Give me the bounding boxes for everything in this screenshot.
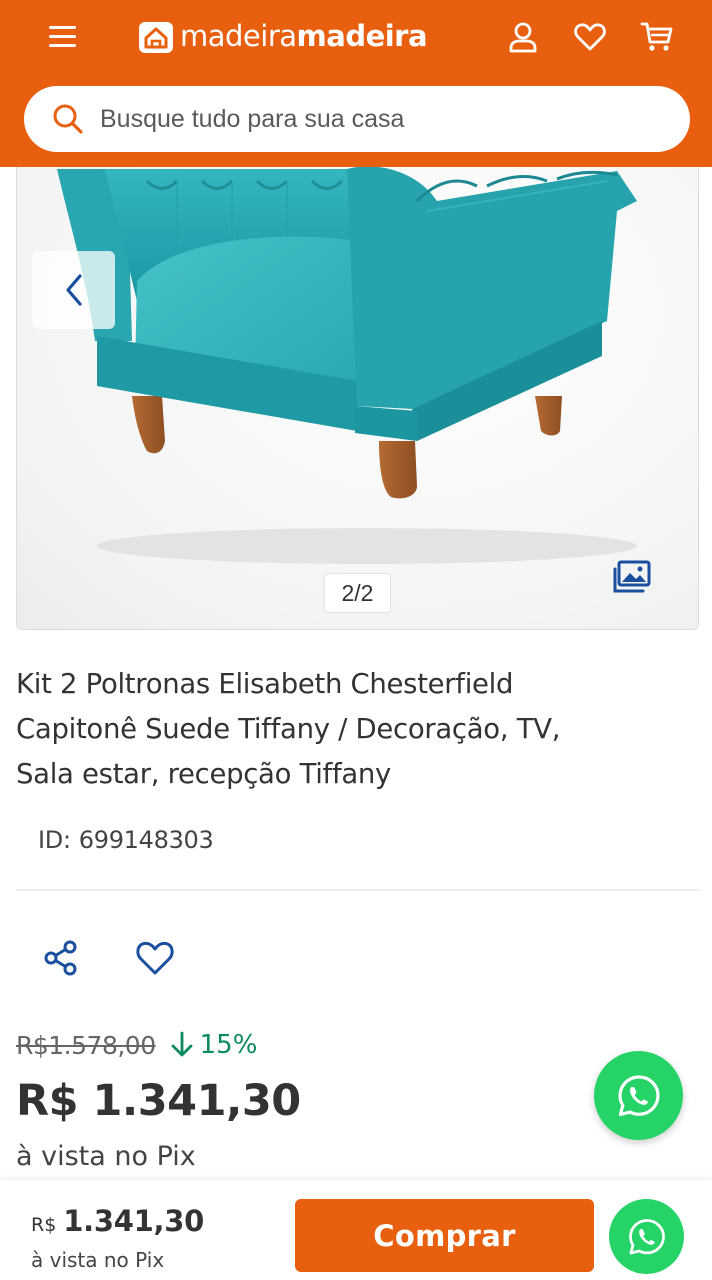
whatsapp-icon <box>617 1074 660 1116</box>
bottom-price-currency: R$ <box>31 1214 57 1236</box>
old-price: R$1.578,00 <box>16 1030 156 1060</box>
divider <box>16 889 699 891</box>
chevron-left-icon <box>65 274 82 306</box>
product-id: ID: 699148303 <box>38 826 214 854</box>
favorite-heart-icon[interactable] <box>135 939 175 977</box>
brand-logo[interactable]: madeiramadeira <box>138 14 428 58</box>
bottom-price-amount: 1.341,30 <box>63 1204 204 1238</box>
share-icon[interactable] <box>42 939 80 977</box>
search-bar[interactable] <box>24 86 690 152</box>
whatsapp-bottom-button[interactable] <box>609 1199 684 1274</box>
bottom-purchase-bar: R$ 1.341,30 à vista no Pix Comprar <box>0 1180 712 1280</box>
product-id-value: 699148303 <box>78 826 214 854</box>
buy-button[interactable]: Comprar <box>295 1199 594 1272</box>
old-price-row: R$1.578,00 15% <box>16 1030 257 1060</box>
cart-icon[interactable] <box>640 20 674 54</box>
brand-name: madeiramadeira <box>180 19 428 53</box>
brand-name-light: madeira <box>180 19 297 53</box>
product-id-label: ID: <box>38 826 71 854</box>
search-input[interactable] <box>100 104 620 134</box>
image-gallery-icon[interactable] <box>613 559 653 595</box>
search-icon <box>53 104 83 134</box>
logo-house-icon <box>139 22 173 53</box>
product-title: Kit 2 Poltronas Elisabeth Chesterfield C… <box>16 668 561 790</box>
product-image <box>57 166 637 564</box>
discount-percent: 15% <box>199 1030 258 1060</box>
bottom-price: R$ 1.341,30 <box>31 1204 204 1238</box>
brand-name-bold: madeira <box>296 19 428 53</box>
product-image-gallery[interactable]: 2/2 <box>16 140 699 630</box>
menu-icon[interactable] <box>46 22 80 52</box>
discount-badge: 15% <box>170 1030 258 1060</box>
whatsapp-float-button[interactable] <box>594 1051 683 1140</box>
previous-image-button[interactable] <box>32 251 115 329</box>
heart-icon[interactable] <box>573 20 607 54</box>
whatsapp-icon <box>628 1218 665 1254</box>
current-price: R$ 1.341,30 <box>16 1076 301 1126</box>
account-icon[interactable] <box>506 20 540 54</box>
image-counter: 2/2 <box>324 573 391 613</box>
top-header: madeiramadeira <box>0 0 712 167</box>
payment-note: à vista no Pix <box>16 1141 196 1172</box>
bottom-payment-note: à vista no Pix <box>31 1248 165 1272</box>
arrow-down-icon <box>171 1031 193 1057</box>
